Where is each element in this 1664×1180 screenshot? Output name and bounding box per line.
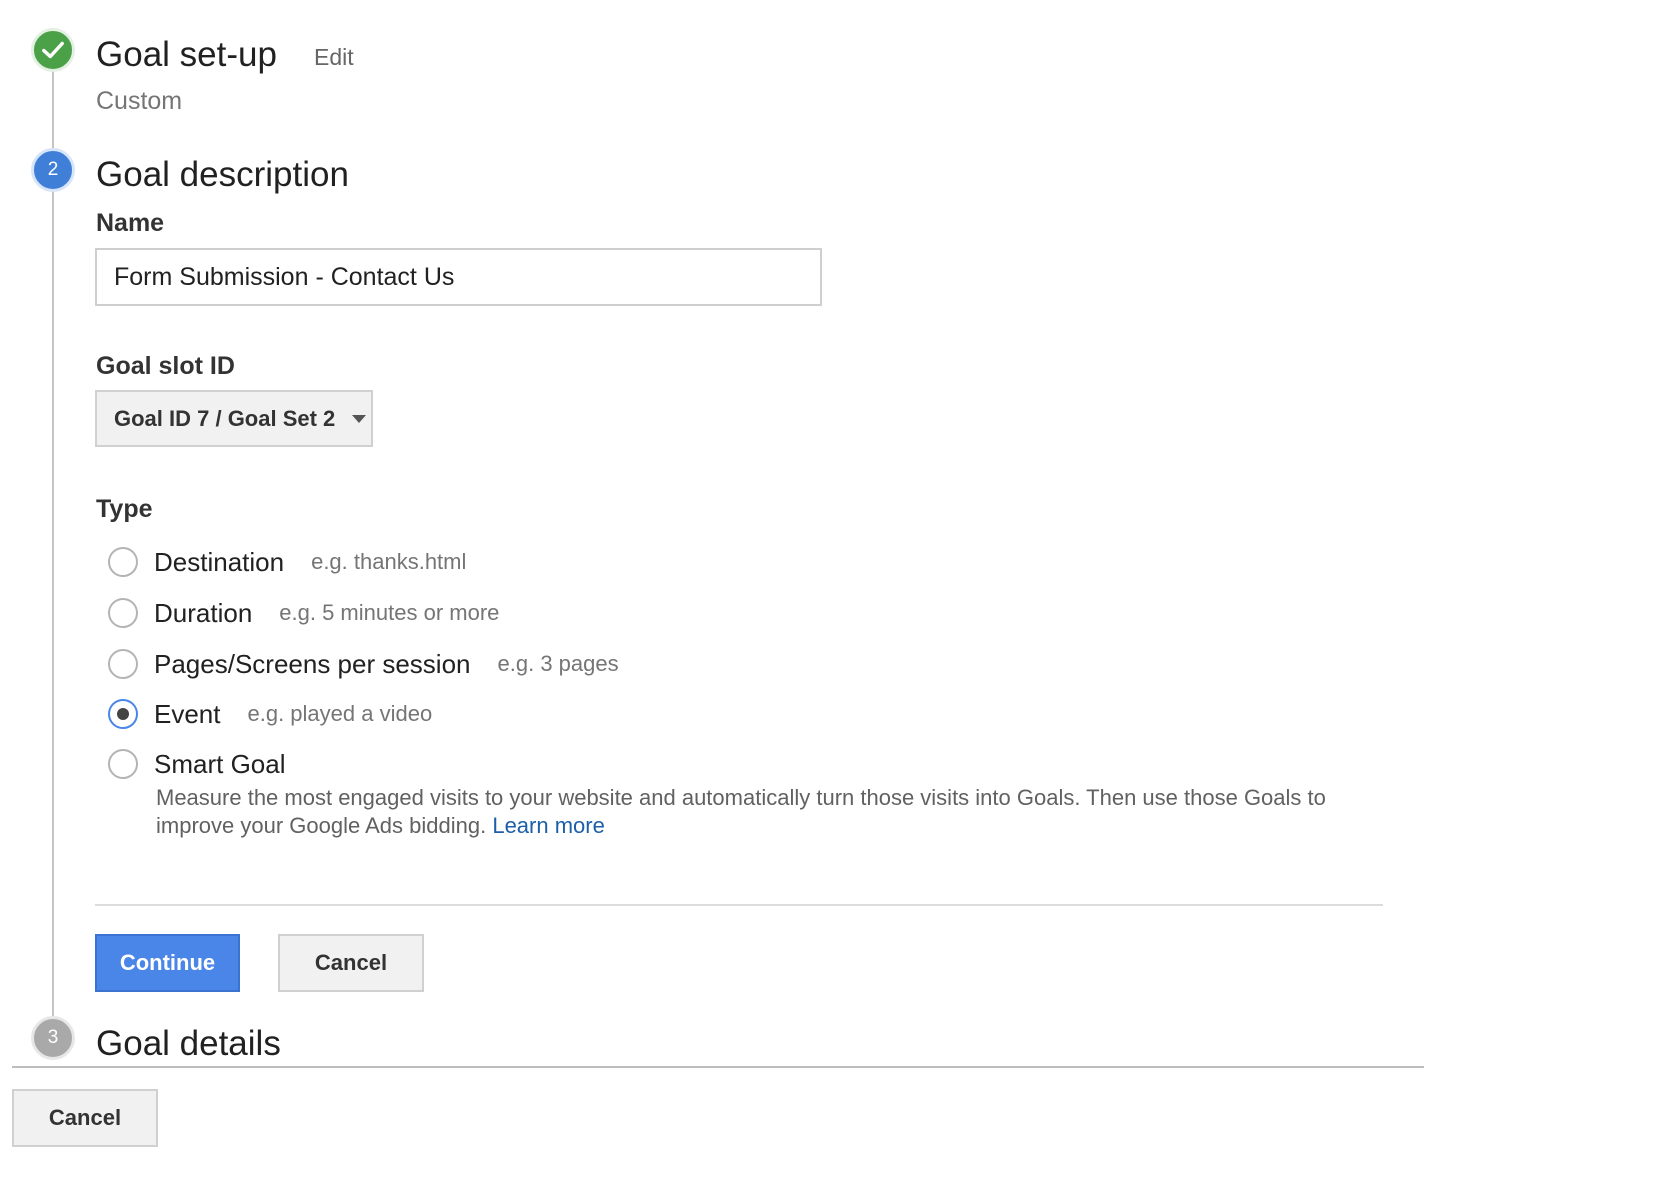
smart-goal-description: Measure the most engaged visits to your … [156,784,1386,840]
type-option-event[interactable]: Event e.g. played a video [108,698,432,730]
step-1-title: Goal set-up [96,35,277,74]
type-option-smart-goal[interactable]: Smart Goal [108,748,286,780]
type-option-hint: e.g. played a video [247,701,433,726]
step-2-title: Goal description [96,155,349,194]
smart-goal-radio[interactable] [108,749,138,779]
goal-name-input[interactable] [95,248,822,306]
goal-slot-label: Goal slot ID [96,352,235,380]
type-option-label: Event [154,698,221,729]
type-option-hint: e.g. thanks.html [311,549,467,574]
goal-slot-value: Goal ID 7 / Goal Set 2 [114,405,336,431]
destination-radio[interactable] [108,547,138,577]
type-option-label: Destination [154,546,285,577]
footer-divider [12,1066,1424,1068]
step-rail [52,52,54,1034]
type-option-label: Smart Goal [154,748,286,779]
event-radio[interactable] [108,699,138,729]
caret-down-icon [352,414,367,423]
goal-setup-page: Goal set-up Edit Custom 2 Goal descripti… [0,0,1664,1180]
name-label: Name [96,209,165,237]
smart-goal-description-text: Measure the most engaged visits to your … [156,785,1326,838]
pages-per-session-radio[interactable] [108,649,138,679]
type-option-label: Pages/Screens per session [154,648,471,679]
duration-radio[interactable] [108,598,138,628]
type-option-duration[interactable]: Duration e.g. 5 minutes or more [108,597,499,629]
continue-button[interactable]: Continue [95,934,240,992]
check-icon [42,41,64,59]
type-option-hint: e.g. 5 minutes or more [279,600,500,625]
footer-cancel-button[interactable]: Cancel [12,1089,158,1147]
step-3-title: Goal details [96,1024,281,1063]
type-label: Type [96,495,153,523]
step-2-indicator: 2 [31,148,75,192]
goal-setup-summary: Custom [96,87,183,115]
edit-goal-setup-link[interactable]: Edit [314,46,354,69]
type-option-destination[interactable]: Destination e.g. thanks.html [108,546,466,578]
cancel-button[interactable]: Cancel [278,934,424,992]
type-option-hint: e.g. 3 pages [497,651,619,676]
step-1-complete-indicator [31,28,75,72]
step-3-indicator: 3 [31,1016,75,1060]
type-option-label: Duration [154,597,253,628]
type-option-pages-per-session[interactable]: Pages/Screens per session e.g. 3 pages [108,648,619,680]
goal-slot-select[interactable]: Goal ID 7 / Goal Set 2 [95,390,373,447]
learn-more-link[interactable]: Learn more [492,813,605,838]
section-divider [95,904,1383,906]
